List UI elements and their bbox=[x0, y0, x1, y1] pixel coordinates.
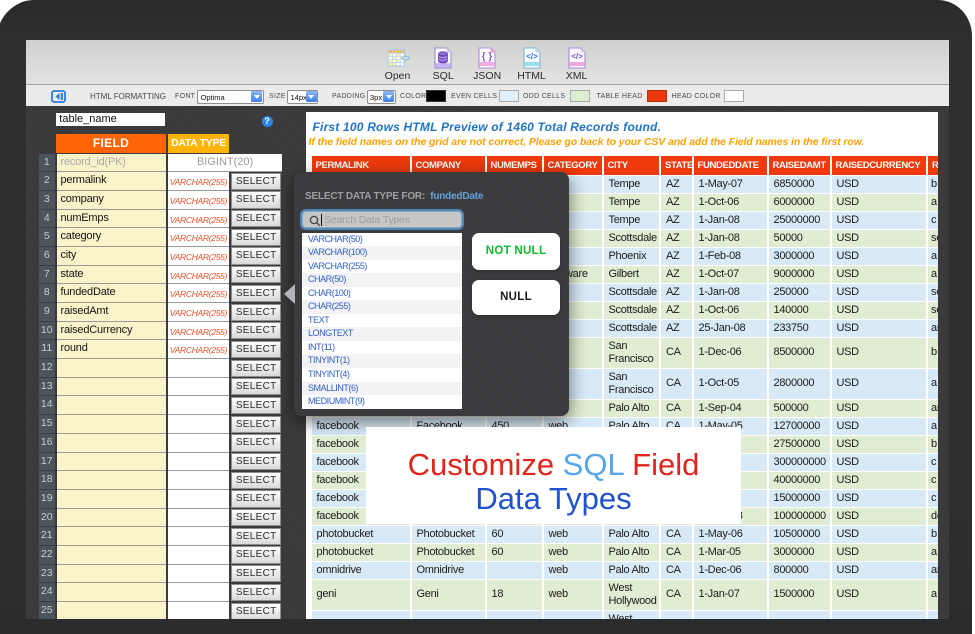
svg-text:{ }: { } bbox=[482, 52, 493, 63]
svg-text:</>: </> bbox=[571, 52, 583, 61]
svg-text:</>: </> bbox=[526, 52, 538, 61]
